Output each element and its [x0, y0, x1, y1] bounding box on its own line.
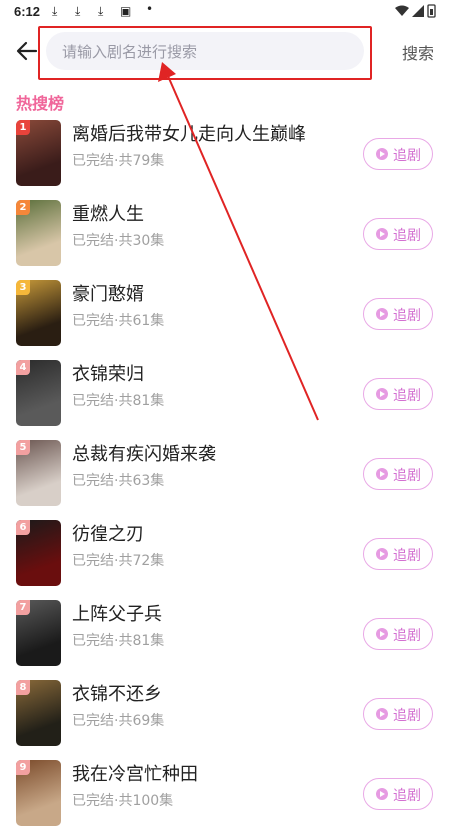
- drama-poster[interactable]: 8: [16, 680, 61, 746]
- play-icon: [376, 228, 388, 240]
- drama-title[interactable]: 豪门憨婿: [72, 280, 144, 306]
- drama-poster[interactable]: 4: [16, 360, 61, 426]
- dot-icon: •: [146, 2, 154, 16]
- follow-label: 追剧: [393, 228, 421, 244]
- search-header: 搜索: [0, 24, 450, 80]
- play-icon: [376, 788, 388, 800]
- rank-badge: 6: [16, 520, 30, 535]
- play-icon: [376, 628, 388, 640]
- rank-badge: 5: [16, 440, 30, 455]
- follow-button[interactable]: 追剧: [363, 778, 433, 810]
- follow-button[interactable]: 追剧: [363, 458, 433, 490]
- drama-meta: 已完结·共61集: [72, 313, 165, 329]
- drama-title[interactable]: 上阵父子兵: [72, 600, 162, 626]
- drama-meta: 已完结·共81集: [72, 633, 165, 649]
- wifi-signal-battery-icon: [395, 4, 436, 18]
- list-item[interactable]: 8 衣锦不还乡已完结·共69集 追剧: [0, 678, 450, 758]
- follow-button[interactable]: 追剧: [363, 218, 433, 250]
- status-right-icons: [394, 3, 438, 23]
- drama-meta: 已完结·共69集: [72, 713, 165, 729]
- list-item[interactable]: 9 我在冷宫忙种田已完结·共100集 追剧: [0, 758, 450, 838]
- follow-label: 追剧: [393, 468, 421, 484]
- rank-badge: 9: [16, 760, 30, 775]
- hot-search-list: 1 离婚后我带女儿走向人生巅峰 已完结·共79集 追剧 2 重燃人生 已完结·共30集 追剧 3…: [0, 118, 450, 838]
- drama-title[interactable]: 彷徨之刃: [72, 520, 144, 546]
- notice-icon: ▣: [120, 4, 132, 18]
- play-icon: [376, 148, 388, 160]
- search-highlight-box: [38, 26, 372, 80]
- follow-button[interactable]: 追剧: [363, 698, 433, 730]
- follow-button[interactable]: 追剧: [363, 138, 433, 170]
- follow-label: 追剧: [393, 788, 421, 804]
- drama-title[interactable]: 衣锦荣归: [72, 360, 144, 386]
- follow-label: 追剧: [393, 148, 421, 164]
- list-item[interactable]: 7 上阵父子兵已完结·共81集 追剧: [0, 598, 450, 678]
- drama-meta: 已完结·共79集: [72, 153, 165, 169]
- back-arrow-icon[interactable]: [14, 38, 40, 64]
- drama-title[interactable]: 重燃人生: [72, 200, 144, 226]
- play-icon: [376, 708, 388, 720]
- list-item[interactable]: 1 离婚后我带女儿走向人生巅峰已完结·共79集 追剧: [0, 118, 450, 198]
- follow-button[interactable]: 追剧: [363, 298, 433, 330]
- list-item[interactable]: 4 衣锦荣归已完结·共81集 追剧: [0, 358, 450, 438]
- drama-title[interactable]: 总裁有疾闪婚来袭: [72, 440, 216, 466]
- drama-poster[interactable]: 3: [16, 280, 61, 346]
- rank-badge: 3: [16, 280, 30, 295]
- follow-button[interactable]: 追剧: [363, 378, 433, 410]
- download-icon: ⤓: [52, 4, 58, 18]
- follow-label: 追剧: [393, 548, 421, 564]
- rank-badge: 1: [16, 120, 30, 135]
- play-icon: [376, 388, 388, 400]
- rank-badge: 2: [16, 200, 30, 215]
- drama-poster[interactable]: 7: [16, 600, 61, 666]
- list-item[interactable]: 6 彷徨之刃已完结·共72集 追剧: [0, 518, 450, 598]
- follow-label: 追剧: [393, 628, 421, 644]
- drama-title[interactable]: 衣锦不还乡: [72, 680, 162, 706]
- hot-search-title: 热搜榜: [16, 94, 65, 113]
- play-icon: [376, 468, 388, 480]
- drama-poster[interactable]: 5: [16, 440, 61, 506]
- drama-meta: 已完结·共100集: [72, 793, 174, 809]
- drama-title[interactable]: 我在冷宫忙种田: [72, 760, 198, 786]
- follow-label: 追剧: [393, 308, 421, 324]
- list-item[interactable]: 2 重燃人生已完结·共30集 追剧: [0, 198, 450, 278]
- download-icon: ⤓: [98, 4, 104, 18]
- list-item[interactable]: 3 豪门憨婿已完结·共61集 追剧: [0, 278, 450, 358]
- rank-badge: 7: [16, 600, 30, 615]
- download-icon: ⤓: [75, 4, 81, 18]
- play-icon: [376, 548, 388, 560]
- rank-badge: 4: [16, 360, 30, 375]
- drama-meta: 已完结·共72集: [72, 553, 165, 569]
- play-icon: [376, 308, 388, 320]
- rank-badge: 8: [16, 680, 30, 695]
- drama-poster[interactable]: 9: [16, 760, 61, 826]
- list-item[interactable]: 5 总裁有疾闪婚来袭已完结·共63集 追剧: [0, 438, 450, 518]
- drama-poster[interactable]: 2: [16, 200, 61, 266]
- follow-button[interactable]: 追剧: [363, 618, 433, 650]
- drama-poster[interactable]: 6: [16, 520, 61, 586]
- drama-title[interactable]: 离婚后我带女儿走向人生巅峰: [72, 120, 306, 146]
- drama-meta: 已完结·共63集: [72, 473, 165, 489]
- drama-meta: 已完结·共30集: [72, 233, 165, 249]
- status-bar: 6:12 ⤓ ⤓ ⤓ ▣ •: [0, 0, 450, 24]
- search-button[interactable]: 搜索: [402, 40, 434, 64]
- follow-label: 追剧: [393, 708, 421, 724]
- status-time: 6:12: [14, 4, 41, 19]
- follow-button[interactable]: 追剧: [363, 538, 433, 570]
- follow-label: 追剧: [393, 388, 421, 404]
- drama-poster[interactable]: 1: [16, 120, 61, 186]
- drama-meta: 已完结·共81集: [72, 393, 165, 409]
